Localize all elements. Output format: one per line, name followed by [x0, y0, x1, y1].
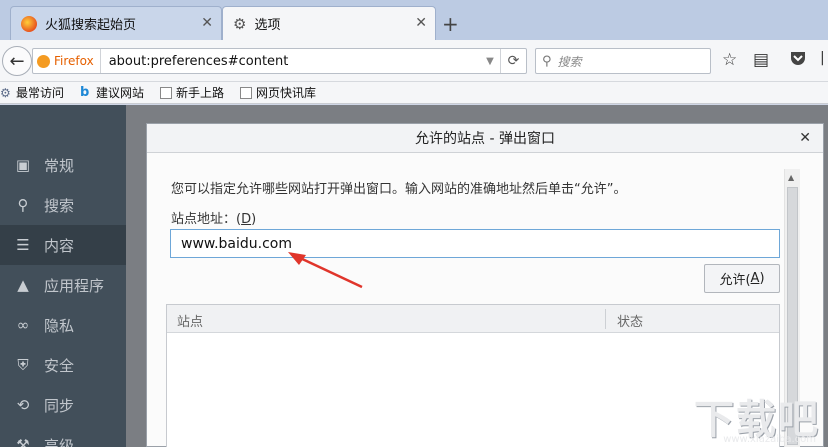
- sidebar-item-label: 内容: [44, 236, 75, 255]
- sidebar-item-sync[interactable]: ⟲ 同步: [0, 385, 126, 425]
- firefox-icon: [37, 54, 50, 68]
- table-header: 站点 状态: [167, 305, 779, 333]
- bookmark-label: 新手上路: [176, 86, 225, 100]
- allow-button[interactable]: 允许(A): [704, 264, 780, 293]
- back-arrow-icon: ←: [9, 50, 25, 72]
- close-icon[interactable]: ✕: [415, 15, 427, 31]
- page-icon: [160, 86, 173, 99]
- tab-label: 火狐搜索起始页: [45, 18, 137, 33]
- watermark-url: www.xiazaiba.com: [723, 434, 816, 445]
- bookmark-label: 建议网站: [96, 86, 145, 100]
- sidebar-item-label: 搜索: [44, 196, 75, 215]
- sidebar-item-advanced[interactable]: ⚒ 高级: [0, 425, 126, 447]
- site-address-input[interactable]: [170, 229, 780, 258]
- bookmarks-toolbar: ⚙ 最常访问 b 建议网站 新手上路 网页快讯库: [0, 82, 828, 104]
- allow-accesskey: A: [750, 271, 760, 286]
- tab-firefox-start[interactable]: 火狐搜索起始页 ✕: [10, 6, 222, 40]
- sidebar-item-label: 高级: [44, 436, 75, 447]
- column-header-status[interactable]: 状态: [617, 311, 643, 330]
- search-input[interactable]: ⚲ 搜索: [535, 48, 711, 74]
- page-icon: [240, 86, 253, 99]
- sync-icon: ⟲: [16, 396, 30, 414]
- menu-icon[interactable]: |: [820, 50, 825, 66]
- url-text[interactable]: about:preferences#content: [101, 54, 480, 69]
- close-icon[interactable]: ✕: [201, 15, 213, 31]
- sidebar-item-label: 应用程序: [44, 276, 105, 295]
- identity-box[interactable]: Firefox: [33, 49, 101, 73]
- label-prefix: 站点地址：(: [171, 212, 242, 227]
- tab-strip: 火狐搜索起始页 ✕ ⚙ 选项 ✕ +: [0, 0, 828, 40]
- new-tab-button[interactable]: +: [442, 12, 459, 36]
- sidebar-item-search[interactable]: ⚲ 搜索: [0, 185, 126, 225]
- watermark: 下载吧 www.xiazaiba.com: [682, 387, 824, 445]
- sidebar-item-applications[interactable]: ▲ 应用程序: [0, 265, 126, 305]
- sidebar-item-label: 隐私: [44, 316, 75, 335]
- sidebar-item-security[interactable]: ⛨ 安全: [0, 345, 126, 385]
- label-accesskey: D: [241, 212, 252, 227]
- bing-icon: b: [80, 84, 90, 100]
- dialog-description: 您可以指定允许哪些网站打开弹出窗口。输入网站的准确地址然后单击“允许”。: [171, 182, 627, 197]
- content-icon: ☰: [16, 236, 30, 254]
- tab-label: 选项: [254, 18, 281, 33]
- sidebar-item-general[interactable]: ▣ 常规: [0, 145, 126, 185]
- label-suffix: ): [251, 212, 257, 227]
- bookmark-most-visited[interactable]: ⚙ 最常访问: [0, 84, 64, 101]
- url-bar[interactable]: Firefox about:preferences#content ▼ ⟳: [32, 48, 527, 74]
- firefox-icon: [21, 15, 37, 32]
- preferences-sidebar: ▣ 常规 ⚲ 搜索 ☰ 内容 ▲ 应用程序 ∞ 隐私 ⛨ 安全 ⟲ 同步 ⚒ 高…: [0, 105, 126, 447]
- bookmark-getting-started[interactable]: 新手上路: [160, 84, 224, 101]
- column-divider[interactable]: [605, 309, 606, 329]
- allow-suffix: ): [759, 271, 765, 286]
- tab-options[interactable]: ⚙ 选项 ✕: [222, 6, 436, 40]
- search-placeholder: 搜索: [557, 54, 582, 69]
- column-header-site[interactable]: 站点: [177, 311, 203, 330]
- sidebar-item-content[interactable]: ☰ 内容: [0, 225, 126, 265]
- dropdown-icon[interactable]: ▼: [480, 56, 500, 67]
- back-button[interactable]: ←: [2, 46, 32, 76]
- bookmark-star-icon[interactable]: ☆: [722, 50, 737, 70]
- allow-prefix: 允许(: [719, 273, 751, 288]
- scroll-up-icon[interactable]: ▲: [788, 173, 794, 182]
- search-icon: ⚲: [542, 53, 552, 69]
- advanced-icon: ⚒: [16, 436, 30, 447]
- bookmark-suggested-sites[interactable]: b 建议网站: [80, 84, 144, 101]
- gear-icon: ⚙: [0, 85, 11, 100]
- bookmark-label: 最常访问: [16, 86, 65, 100]
- mask-icon: ∞: [16, 316, 30, 334]
- sidebar-item-label: 同步: [44, 396, 75, 415]
- identity-label: Firefox: [54, 54, 94, 68]
- navigation-bar: ← Firefox about:preferences#content ▼ ⟳ …: [0, 40, 828, 82]
- pocket-icon[interactable]: [789, 50, 807, 71]
- gear-icon: ⚙: [233, 14, 247, 33]
- sidebar-item-label: 常规: [44, 156, 75, 175]
- bookmark-label: 网页快讯库: [256, 86, 317, 100]
- reload-icon[interactable]: ⟳: [500, 49, 526, 73]
- sidebar-item-label: 安全: [44, 356, 75, 375]
- sidebar-item-privacy[interactable]: ∞ 隐私: [0, 305, 126, 345]
- site-address-label: 站点地址：(D): [171, 208, 256, 227]
- general-icon: ▣: [15, 156, 31, 174]
- dialog-title: 允许的站点 - 弹出窗口: [147, 124, 823, 153]
- bookmark-web-slices[interactable]: 网页快讯库: [240, 84, 316, 101]
- rocket-icon: ▲: [17, 276, 29, 294]
- bookmarks-menu-icon[interactable]: ▤: [753, 50, 769, 70]
- close-icon[interactable]: ✕: [799, 130, 811, 146]
- shield-icon: ⛨: [17, 356, 29, 374]
- search-icon: ⚲: [17, 196, 29, 214]
